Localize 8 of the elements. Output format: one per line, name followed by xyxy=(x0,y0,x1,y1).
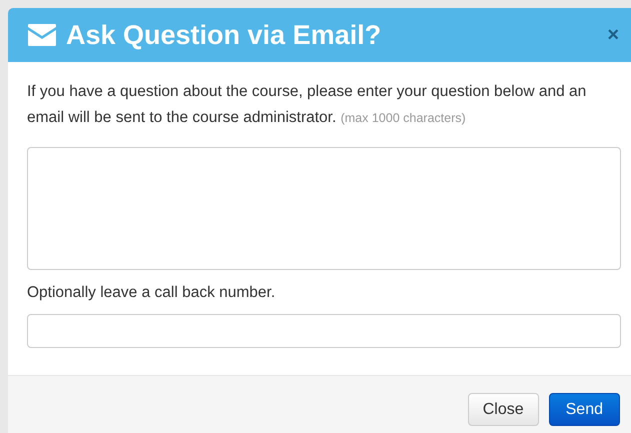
close-button[interactable]: Close xyxy=(468,393,539,426)
dialog-title: Ask Question via Email? xyxy=(66,20,382,50)
callback-number-field[interactable] xyxy=(27,314,621,348)
send-button[interactable]: Send xyxy=(548,393,620,426)
question-field[interactable] xyxy=(27,147,621,270)
intro-text: If you have a question about the course, please enter your question below and an email will be sent to the course administrator. (max 1000 characters) xyxy=(27,82,588,128)
envelope-icon xyxy=(28,24,56,46)
callback-label: Optionally leave a call back number. xyxy=(27,284,276,302)
